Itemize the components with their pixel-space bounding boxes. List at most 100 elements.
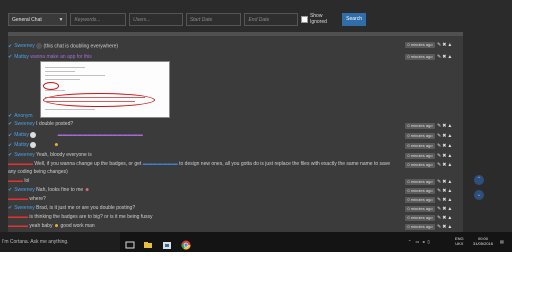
- list-item: ✔ Sweeney Yeah, bloody everyone is: [8, 152, 92, 158]
- message-text: where?: [29, 196, 46, 202]
- warning-icon[interactable]: ▲: [447, 197, 453, 203]
- username[interactable]: Sweeney: [14, 121, 35, 127]
- username[interactable]: Mattsy: [14, 132, 29, 138]
- warning-icon[interactable]: ▲: [447, 54, 453, 60]
- warning-icon[interactable]: ▲: [447, 179, 453, 185]
- list-item: ▬▬▬ lol: [8, 178, 29, 184]
- warning-icon[interactable]: ▲: [447, 224, 453, 230]
- show-ignored-toggle[interactable]: Show Ignored: [301, 13, 339, 25]
- timestamp-badge: 0 minutes ago: [405, 153, 435, 159]
- embedded-screenshot-image[interactable]: [40, 61, 170, 118]
- message-actions: ✎✖▲: [437, 179, 453, 185]
- warning-icon[interactable]: ▲: [447, 153, 453, 159]
- username[interactable]: Sweeney: [14, 43, 35, 49]
- timestamp-badge: 0 minutes ago: [405, 215, 435, 221]
- list-item: ✔ Mattsy ☻: [8, 142, 59, 148]
- username[interactable]: Mattsy: [14, 142, 29, 148]
- search-button[interactable]: Search: [342, 12, 367, 26]
- username[interactable]: ▬▬▬: [8, 178, 23, 184]
- show-ignored-checkbox[interactable]: [301, 15, 308, 23]
- username[interactable]: Mattsy: [14, 54, 29, 60]
- list-item: ✔ Anonym: [8, 113, 33, 119]
- message-actions: ✎✖▲: [437, 162, 453, 168]
- scroll-up-button[interactable]: ⌃: [474, 175, 484, 185]
- system-tray[interactable]: ⌃ ▭ ◂ ▯: [408, 232, 430, 252]
- keywords-input[interactable]: Keywords...: [70, 12, 127, 26]
- cortana-search-box[interactable]: I'm Cortana. Ask me anything.: [0, 232, 120, 252]
- list-item: ▬▬▬▬ where?: [8, 196, 46, 202]
- message-link[interactable]: ▬▬▬▬▬▬▬: [143, 161, 178, 167]
- message-text: ▬▬▬▬▬▬▬▬▬▬▬▬▬▬▬▬▬: [57, 132, 143, 139]
- list-item: ✔ Mattsy ▬▬▬▬▬▬▬▬▬▬▬▬▬▬▬▬▬: [8, 132, 143, 138]
- emoji-icon: ☻: [84, 187, 90, 193]
- username[interactable]: ▬▬▬▬: [8, 196, 28, 202]
- file-explorer-icon[interactable]: [143, 237, 153, 248]
- action-center-icon[interactable]: ▤: [500, 232, 504, 252]
- username[interactable]: ▬▬▬▬: [8, 223, 28, 229]
- timestamp-badge: 0 minutes ago: [405, 224, 435, 230]
- check-icon: ✔: [8, 121, 13, 127]
- message-actions: ✎✖▲: [437, 54, 453, 60]
- chrome-icon[interactable]: [181, 237, 191, 250]
- emoji-icon: ☻: [53, 142, 59, 149]
- timestamp-badge: 0 minutes ago: [405, 206, 435, 212]
- start-date-input[interactable]: Start Date: [185, 12, 242, 26]
- network-icon[interactable]: ▭: [415, 239, 419, 244]
- username[interactable]: ▬▬▬▬: [8, 214, 28, 220]
- list-item: ✔ Sweeney (this chat is doubling everywhe…: [8, 43, 119, 50]
- task-view-icon[interactable]: [125, 237, 135, 249]
- message-actions: ✎✖▲: [437, 133, 453, 139]
- list-item: ✔ Mattsy wanna make an app for this: [8, 54, 92, 60]
- warning-icon[interactable]: ▲: [447, 42, 453, 48]
- username[interactable]: Sweeney: [14, 187, 35, 193]
- username[interactable]: Sweeney: [14, 205, 35, 211]
- message-text: is thinking the badges are to big? or is…: [29, 214, 153, 220]
- username[interactable]: Anonym: [14, 113, 32, 119]
- message-text: lol: [24, 178, 30, 184]
- warning-icon[interactable]: ▲: [447, 206, 453, 212]
- users-input[interactable]: Users...: [129, 12, 183, 26]
- timestamp-badge: 0 minutes ago: [405, 143, 435, 149]
- username[interactable]: Sweeney: [14, 152, 35, 158]
- store-icon[interactable]: [162, 237, 172, 249]
- windows-taskbar: I'm Cortana. Ask me anything. ⌃ ▭ ◂ ▯ EN…: [0, 232, 512, 252]
- scroll-down-button[interactable]: ⌄: [474, 190, 484, 200]
- chevron-up-icon[interactable]: ⌃: [408, 239, 411, 244]
- warning-icon[interactable]: ▲: [447, 143, 453, 149]
- warning-icon[interactable]: ▲: [447, 215, 453, 221]
- message-actions: ✎✖▲: [437, 215, 453, 221]
- notification-icon[interactable]: ▯: [428, 239, 430, 244]
- warning-icon[interactable]: ▲: [447, 123, 453, 129]
- end-date-input[interactable]: End Date: [244, 12, 299, 26]
- message-text: good work man: [60, 223, 95, 229]
- screen: General Chat ▼ Keywords... Users... Star…: [0, 0, 512, 232]
- check-icon: ✔: [8, 187, 13, 193]
- channel-select[interactable]: General Chat ▼: [8, 12, 68, 26]
- clock-date: 31/05/2016: [473, 241, 494, 246]
- timestamp-badge: 0 minutes ago: [405, 123, 435, 129]
- timestamp-badge: 0 minutes ago: [405, 179, 435, 185]
- avatar: [30, 132, 37, 138]
- message-actions: ✎✖▲: [437, 188, 453, 194]
- message-actions: ✎✖▲: [437, 153, 453, 159]
- list-item: ✔ Sweeney Brad, is it just me or are you …: [8, 205, 135, 211]
- username[interactable]: ▬▬▬▬▬: [8, 161, 33, 167]
- timestamp-badge: 0 minutes ago: [405, 54, 435, 60]
- chevron-down-icon: ▼: [58, 16, 64, 23]
- clock[interactable]: 00:00 31/05/2016: [473, 236, 493, 248]
- message-text: Nah, looks fine to me: [36, 187, 84, 193]
- region-code: UKX: [455, 241, 464, 246]
- warning-icon[interactable]: ▲: [447, 162, 453, 168]
- avatar: [36, 43, 43, 49]
- list-item: ▬▬▬▬ yeah baby ☻ good work man: [8, 223, 95, 229]
- message-text: to design new ones, all you gotta do is …: [179, 161, 391, 167]
- emoji-icon: ☻: [53, 223, 60, 229]
- warning-icon[interactable]: ▲: [447, 188, 453, 194]
- volume-icon[interactable]: ◂: [422, 239, 424, 244]
- message-text: Well, if you wanna change up the badges,…: [34, 161, 142, 167]
- language-indicator[interactable]: ENG UKX: [455, 236, 464, 248]
- message-actions: ✎✖▲: [437, 123, 453, 129]
- warning-icon[interactable]: ▲: [447, 133, 453, 139]
- message-text: any coding being changes): [8, 169, 68, 175]
- message-text: I double posted?: [36, 121, 74, 127]
